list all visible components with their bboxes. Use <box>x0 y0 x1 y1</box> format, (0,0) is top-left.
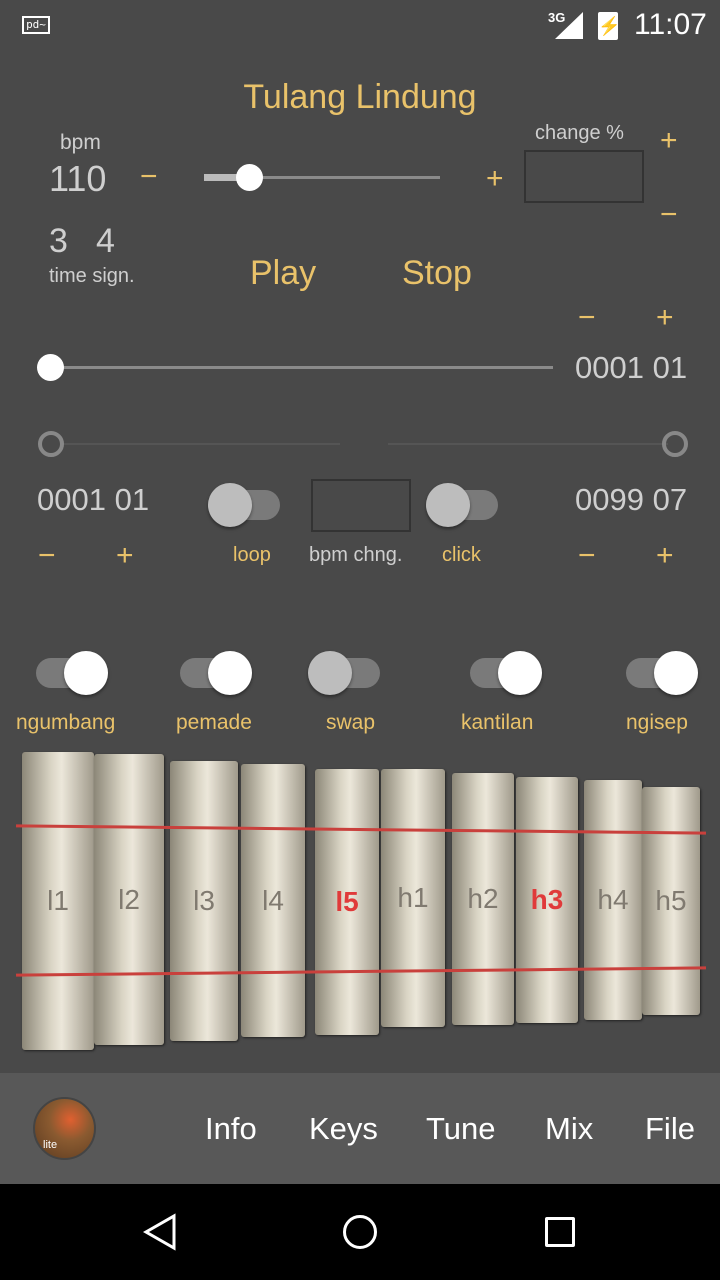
position-slider-track[interactable] <box>50 366 553 369</box>
time-sign-numerator[interactable]: 3 <box>49 222 68 261</box>
position-slider-thumb[interactable] <box>37 354 64 381</box>
key-label: l4 <box>262 884 284 916</box>
range-end-value: 0099 07 <box>575 482 688 517</box>
position-value: 0001 01 <box>575 350 688 385</box>
instrument-toggle-ngumbang[interactable] <box>36 651 108 695</box>
key-label: l2 <box>118 883 140 915</box>
signal-icon <box>555 12 583 39</box>
change-minus-button[interactable]: − <box>660 200 678 230</box>
bpm-slider-thumb[interactable] <box>235 164 263 191</box>
key-h1[interactable]: h1 <box>381 769 445 1027</box>
back-icon[interactable] <box>140 1212 180 1252</box>
range-start-handle[interactable] <box>38 431 64 457</box>
instrument-label-ngisep: ngisep <box>626 711 688 734</box>
nav-info-button[interactable]: Info <box>205 1111 257 1147</box>
instrument-toggle-kantilan[interactable] <box>470 651 542 695</box>
time-sign-label: time sign. <box>49 265 135 287</box>
bpm-plus-button[interactable]: + <box>486 164 504 194</box>
key-label: h1 <box>397 882 429 913</box>
bpm-minus-button[interactable]: − <box>140 162 158 192</box>
key-label: l1 <box>47 885 69 916</box>
key-label: h4 <box>597 884 629 915</box>
battery-charging-icon: ⚡ <box>598 12 620 40</box>
click-toggle[interactable] <box>426 483 498 527</box>
bpm-label: bpm <box>60 131 101 154</box>
instrument-label-pemade: pemade <box>176 711 252 734</box>
instrument-toggle-swap[interactable] <box>308 651 380 695</box>
time-sign-denominator[interactable]: 4 <box>96 222 115 261</box>
status-bar: pd~ 3G ⚡ 11:07 <box>0 0 720 52</box>
app-logo[interactable]: lite <box>33 1097 96 1160</box>
key-h5[interactable]: h5 <box>642 787 700 1015</box>
pd-icon: pd~ <box>22 16 50 34</box>
song-title: Tulang Lindung <box>243 78 477 116</box>
instrument-label-swap: swap <box>326 711 376 734</box>
range-track-right <box>388 443 668 445</box>
recents-icon[interactable] <box>545 1217 575 1247</box>
key-l5[interactable]: l5 <box>315 769 379 1035</box>
stop-button[interactable]: Stop <box>402 254 472 293</box>
range-end-plus-button[interactable]: + <box>656 541 674 571</box>
position-minus-button[interactable]: − <box>578 303 596 333</box>
position-plus-button[interactable]: + <box>656 303 674 333</box>
range-start-value: 0001 01 <box>37 482 150 517</box>
instrument-label-kantilan: kantilan <box>461 711 534 734</box>
key-l3[interactable]: l3 <box>170 761 238 1041</box>
key-label: l3 <box>193 885 215 916</box>
home-icon[interactable] <box>343 1215 377 1249</box>
key-l2[interactable]: l2 <box>94 754 164 1045</box>
nav-keys-button[interactable]: Keys <box>309 1111 378 1147</box>
instrument-toggle-pemade[interactable] <box>180 651 252 695</box>
key-label: l5 <box>335 886 359 917</box>
key-label: h2 <box>467 883 499 914</box>
range-end-handle[interactable] <box>662 431 688 457</box>
loop-label: loop <box>233 544 271 566</box>
bottom-bar: lite Info Keys Tune Mix File <box>0 1073 720 1184</box>
nav-mix-button[interactable]: Mix <box>545 1111 593 1147</box>
change-percent-label: change % <box>535 122 624 144</box>
instrument-toggle-ngisep[interactable] <box>626 651 698 695</box>
system-nav-bar <box>0 1184 720 1280</box>
bpm-change-input[interactable] <box>311 479 411 532</box>
key-label: h3 <box>530 884 564 915</box>
clock: 11:07 <box>634 8 707 41</box>
bpm-change-label: bpm chng. <box>309 544 403 566</box>
bpm-value: 110 <box>49 158 107 199</box>
change-plus-button[interactable]: + <box>660 126 678 156</box>
instrument-label-ngumbang: ngumbang <box>16 711 116 734</box>
range-end-minus-button[interactable]: − <box>578 541 596 571</box>
key-h3[interactable]: h3 <box>516 777 578 1023</box>
click-label: click <box>442 544 481 566</box>
range-track-left <box>60 443 340 445</box>
key-h4[interactable]: h4 <box>584 780 642 1020</box>
key-l4[interactable]: l4 <box>241 764 305 1037</box>
range-start-minus-button[interactable]: − <box>38 541 56 571</box>
range-start-plus-button[interactable]: + <box>116 541 134 571</box>
nav-tune-button[interactable]: Tune <box>426 1111 496 1147</box>
play-button[interactable]: Play <box>250 254 316 293</box>
nav-file-button[interactable]: File <box>645 1111 695 1147</box>
gangsa-keyboard: l1 l2 l3 l4 l5 h1 h2 h3 h4 h5 <box>0 745 720 1065</box>
key-l1[interactable]: l1 <box>22 752 94 1050</box>
key-label: h5 <box>655 885 687 916</box>
key-h2[interactable]: h2 <box>452 773 514 1025</box>
change-percent-input[interactable] <box>524 150 644 203</box>
logo-text: lite <box>43 1139 58 1151</box>
loop-toggle[interactable] <box>208 483 280 527</box>
